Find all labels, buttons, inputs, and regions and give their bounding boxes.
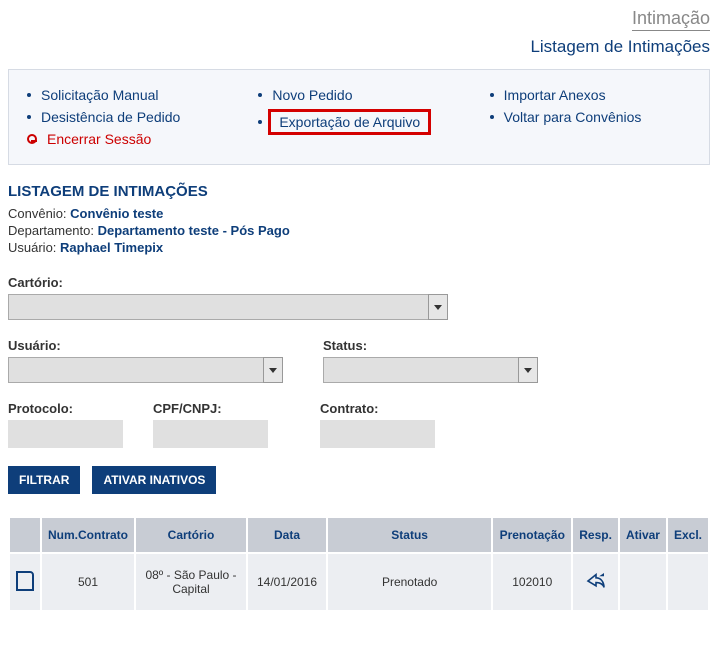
bullet-icon [258,93,262,97]
document-icon[interactable] [16,571,34,591]
info-value: Departamento teste - Pós Pago [98,223,290,238]
th-cartorio: Cartório [136,518,246,552]
bullet-icon [27,115,31,119]
th-blank [10,518,40,552]
bullet-icon [258,120,262,124]
cartorio-label: Cartório: [8,275,448,290]
bullet-icon [490,93,494,97]
cpfcnpj-input[interactable] [153,420,268,448]
nav-link-label: Encerrar Sessão [47,131,151,147]
nav-voltar-convenios[interactable]: Voltar para Convênios [490,106,691,128]
cell-numcontrato: 501 [42,554,134,610]
chevron-down-icon [428,294,448,320]
chevron-down-icon [263,357,283,383]
nav-link-label: Importar Anexos [504,87,606,103]
nav-link-label: Desistência de Pedido [41,109,180,125]
filtrar-button[interactable]: FILTRAR [8,466,80,494]
protocolo-label: Protocolo: [8,401,123,416]
section-title: LISTAGEM DE INTIMAÇÕES [8,183,710,200]
chevron-down-icon [518,357,538,383]
nav-solicitacao-manual[interactable]: Solicitação Manual [27,84,228,106]
th-data: Data [248,518,326,552]
nav-panel: Solicitação Manual Desistência de Pedido… [8,69,710,165]
cell-status: Prenotado [328,554,491,610]
nav-link-label: Solicitação Manual [41,87,159,103]
info-label: Convênio: [8,206,67,221]
nav-importar-anexos[interactable]: Importar Anexos [490,84,691,106]
nav-exportacao-arquivo[interactable]: Exportação de Arquivo [258,106,459,138]
cartorio-select[interactable] [8,294,448,320]
info-usuario: Usuário: Raphael Timepix [8,240,710,255]
bullet-icon [27,93,31,97]
status-label: Status: [323,338,538,353]
th-status: Status [328,518,491,552]
info-convenio: Convênio: Convênio teste [8,206,710,221]
info-value: Raphael Timepix [60,240,163,255]
page-subtitle: Listagem de Intimações [8,37,710,57]
bullet-icon [490,115,494,119]
nav-encerrar-sessao[interactable]: Encerrar Sessão [27,128,228,150]
th-prenotacao: Prenotação [493,518,571,552]
usuario-label: Usuário: [8,338,283,353]
nav-desistencia-pedido[interactable]: Desistência de Pedido [27,106,228,128]
cell-data: 14/01/2016 [248,554,326,610]
status-select[interactable] [323,357,538,383]
th-numcontrato: Num.Contrato [42,518,134,552]
info-value: Convênio teste [70,206,163,221]
nav-novo-pedido[interactable]: Novo Pedido [258,84,459,106]
results-table: Num.Contrato Cartório Data Status Prenot… [8,516,710,612]
page-title: Intimação [632,8,710,31]
cell-cartorio: 08º - São Paulo - Capital [136,554,246,610]
table-row: 501 08º - São Paulo - Capital 14/01/2016… [10,554,708,610]
info-departamento: Departamento: Departamento teste - Pós P… [8,223,710,238]
ativar-inativos-button[interactable]: ATIVAR INATIVOS [92,466,216,494]
th-ativar: Ativar [620,518,666,552]
nav-link-label: Voltar para Convênios [504,109,642,125]
info-label: Departamento: [8,223,94,238]
th-resp: Resp. [573,518,618,552]
cpfcnpj-label: CPF/CNPJ: [153,401,268,416]
nav-link-label: Novo Pedido [272,87,352,103]
cell-ativar [620,554,666,610]
info-label: Usuário: [8,240,56,255]
contrato-label: Contrato: [320,401,435,416]
cell-prenotacao: 102010 [493,554,571,610]
cell-excl [668,554,708,610]
contrato-input[interactable] [320,420,435,448]
protocolo-input[interactable] [8,420,123,448]
usuario-select[interactable] [8,357,283,383]
exit-icon [27,134,37,144]
reply-icon[interactable] [586,578,606,592]
nav-link-label: Exportação de Arquivo [268,109,431,135]
th-excl: Excl. [668,518,708,552]
